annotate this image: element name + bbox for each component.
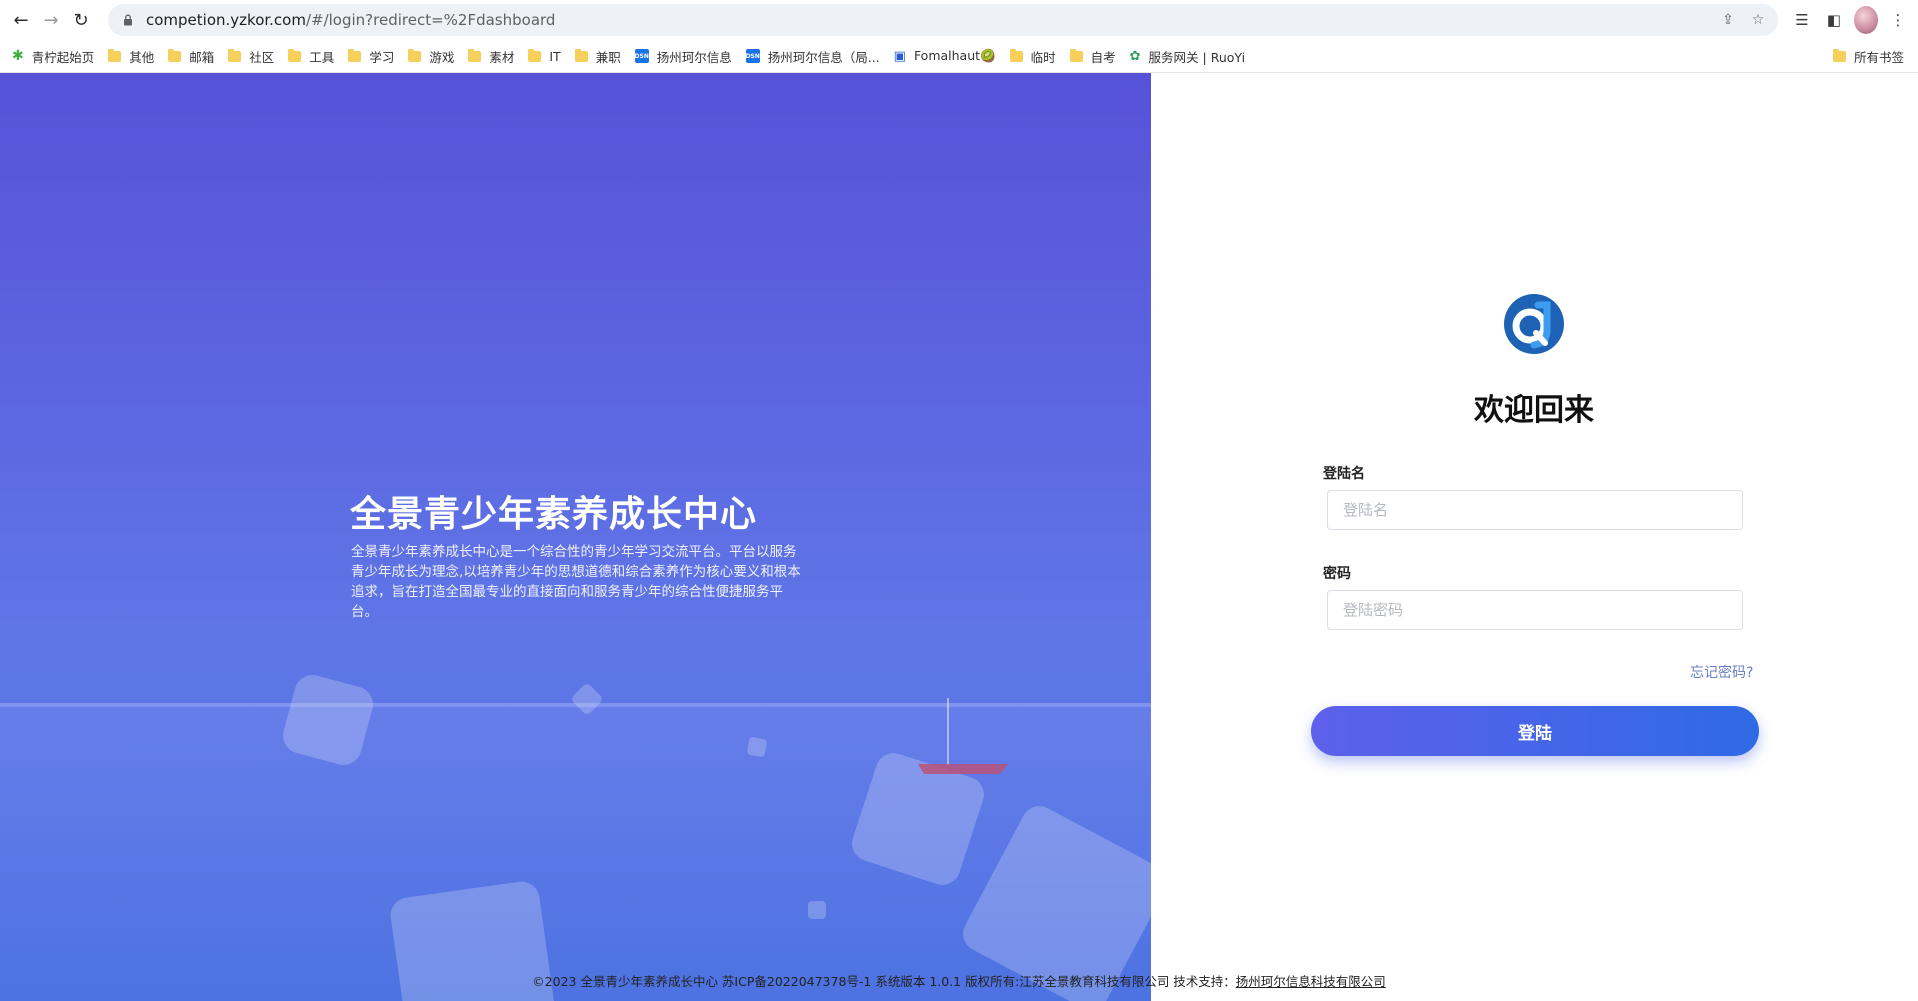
folder-icon: [574, 48, 588, 62]
profile-avatar[interactable]: [1854, 6, 1878, 34]
folder-icon: [528, 48, 542, 62]
bookmark-item[interactable]: 学习: [348, 47, 394, 66]
bookmark-item[interactable]: 临时: [1009, 47, 1056, 66]
reload-icon[interactable]: ↻: [66, 5, 96, 35]
bookmark-item[interactable]: DSN 扬州珂尔信息: [635, 47, 732, 66]
hero-description: 全景青少年素养成长中心是一个综合性的青少年学习交流平台。平台以服务青少年成长为理…: [351, 543, 801, 620]
forward-arrow-icon[interactable]: →: [36, 5, 66, 35]
bookmark-item[interactable]: 游戏: [408, 47, 454, 66]
bookmark-label: 扬州珂尔信息（局...: [767, 49, 880, 65]
folder-icon: [228, 48, 242, 62]
dsn-icon: DSN: [635, 49, 649, 63]
star-icon[interactable]: ☆: [1746, 8, 1770, 32]
bookmark-item[interactable]: 邮箱: [168, 47, 214, 66]
bookmark-label: 邮箱: [189, 49, 215, 65]
bookmark-label: IT: [549, 48, 561, 64]
bookmark-item[interactable]: IT: [528, 48, 561, 64]
bookmark-label: 其他: [129, 49, 155, 65]
bookmark-item[interactable]: DSN 扬州珂尔信息（局...: [746, 47, 880, 66]
username-input[interactable]: [1327, 490, 1743, 530]
url-text[interactable]: competion.yzkor.com/#/login?redirect=%2F…: [146, 11, 555, 29]
folder-icon: [468, 48, 482, 62]
bookmark-label: 服务网关 | RuoYi: [1148, 49, 1246, 65]
browser-toolbar: ← → ↻ competion.yzkor.com/#/login?redire…: [0, 0, 1918, 40]
bookmark-item[interactable]: 其他: [108, 47, 154, 66]
login-panel: [1151, 73, 1918, 1001]
url-host: competion.yzkor.com: [146, 11, 306, 29]
bookmark-item[interactable]: 自考: [1069, 47, 1116, 66]
password-input[interactable]: [1327, 590, 1743, 630]
password-label: 密码: [1323, 566, 1351, 582]
folder-icon: [1069, 48, 1083, 62]
bookmark-item[interactable]: ▣ Fomalhaut🥝: [894, 48, 996, 64]
lock-icon[interactable]: [120, 12, 136, 28]
bookmark-label: 兼职: [595, 49, 621, 65]
bookmark-label: 学习: [369, 49, 395, 65]
leaf-icon: ✿: [1129, 48, 1141, 64]
forgot-password-link[interactable]: 忘记密码?: [1690, 662, 1753, 682]
folder-icon: [408, 48, 422, 62]
username-label: 登陆名: [1323, 466, 1365, 482]
footer: ©2023 全景青少年素养成长中心 苏ICP备2022047378号-1 系统版…: [0, 971, 1918, 990]
folder-icon: [1009, 48, 1023, 62]
menu-dots-icon[interactable]: ⋮: [1886, 6, 1910, 34]
bookmark-label: 游戏: [429, 49, 455, 65]
bookmark-label: 扬州珂尔信息: [656, 49, 732, 65]
hero-title: 全景青少年素养成长中心: [350, 494, 758, 536]
logo-icon: [1504, 294, 1564, 354]
bookmark-item[interactable]: 社区: [228, 47, 274, 66]
bookmark-item[interactable]: 工具: [288, 47, 334, 66]
folder-icon: [348, 48, 362, 62]
decor-square: [746, 736, 768, 758]
bookmark-label: 自考: [1090, 49, 1116, 65]
reading-list-icon[interactable]: ☰: [1790, 6, 1814, 34]
bookmark-label: 社区: [249, 49, 275, 65]
footer-text: ©2023 全景青少年素养成长中心 苏ICP备2022047378号-1 系统版…: [532, 974, 1236, 989]
bookmarks-bar: ✱ 青柠起始页 其他 邮箱 社区 工具 学习 游戏 素材 IT 兼职 DSN 扬州珂尔信息 DSN 扬州珂尔…: [0, 40, 1918, 73]
all-bookmarks[interactable]: 所有书签: [1832, 40, 1904, 72]
back-arrow-icon[interactable]: ←: [6, 5, 36, 35]
bookmark-item[interactable]: 素材: [468, 47, 514, 66]
folder-icon: [1832, 48, 1846, 62]
bookmark-label: Fomalhaut🥝: [913, 48, 996, 63]
all-bookmarks-label: 所有书签: [1853, 49, 1904, 65]
sailboat-icon: [918, 698, 1008, 774]
folder-icon: [168, 48, 182, 62]
bookmark-label: 素材: [489, 49, 515, 65]
decor-square: [808, 901, 826, 919]
bookmark-label: 临时: [1030, 49, 1056, 65]
folder-icon: [288, 48, 302, 62]
bookmark-item[interactable]: 兼职: [574, 47, 621, 66]
side-panel-icon[interactable]: ◧: [1822, 6, 1846, 34]
lime-icon: ✱: [12, 48, 24, 64]
bookmark-item[interactable]: ✱ 青柠起始页: [12, 47, 94, 66]
bookmark-item[interactable]: ✿ 服务网关 | RuoYi: [1130, 47, 1245, 66]
login-button[interactable]: 登陆: [1311, 706, 1759, 756]
share-icon[interactable]: ⇪: [1716, 8, 1740, 32]
dsn-icon: DSN: [746, 49, 760, 63]
footer-support-link[interactable]: 扬州珂尔信息科技有限公司: [1236, 974, 1386, 989]
bookmark-label: 工具: [309, 49, 335, 65]
bookmark-label: 青柠起始页: [31, 49, 95, 65]
url-path: /#/login?redirect=%2Fdashboard: [305, 11, 556, 29]
cup-icon: ▣: [893, 48, 906, 64]
welcome-title: 欢迎回来: [1474, 393, 1594, 428]
hero-background: 全景青少年素养成长中心 全景青少年素养成长中心是一个综合性的青少年学习交流平台。…: [0, 73, 1151, 1001]
avatar: [1854, 6, 1878, 34]
address-bar[interactable]: competion.yzkor.com/#/login?redirect=%2F…: [108, 4, 1778, 36]
folder-icon: [108, 48, 122, 62]
